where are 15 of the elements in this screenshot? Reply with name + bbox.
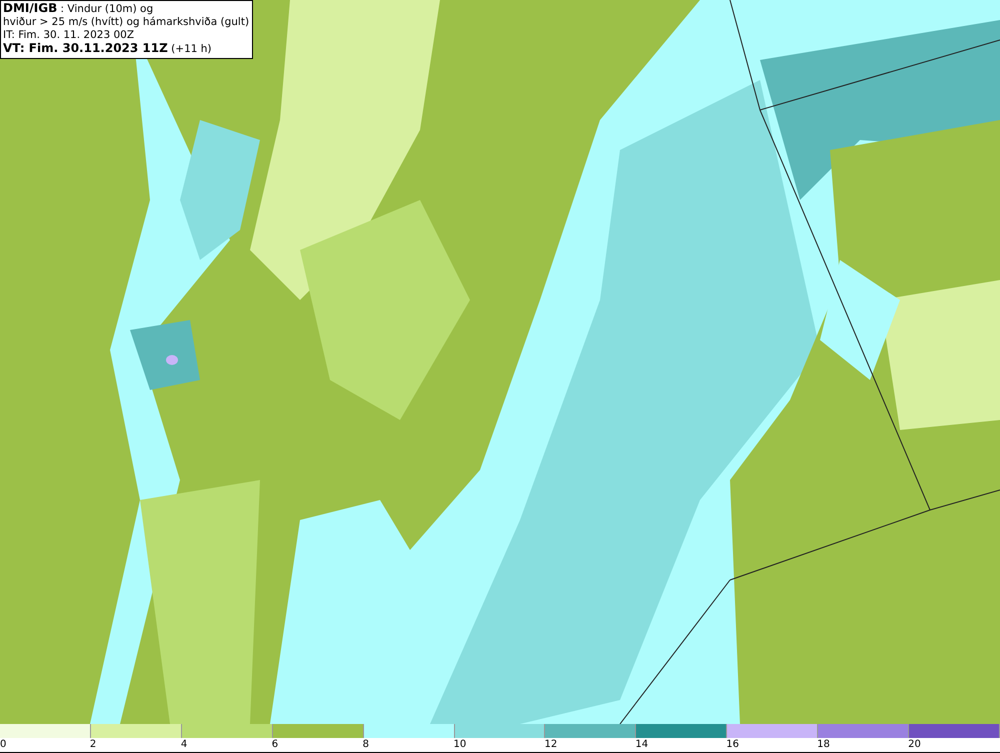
legend-label: 10 (454, 739, 466, 750)
title-line: IT: Fim. 30. 11. 2023 00Z (3, 29, 136, 42)
title-line: DMI/IGB : Vindur (10m) og (3, 2, 154, 16)
title-line: hviður > 25 m/s (hvítt) og hámarkshviða (gult) (3, 16, 250, 29)
legend-label: 8 (362, 739, 369, 750)
title-line: VT: Fim. 30.11.2023 11Z (+11 h) (3, 42, 213, 56)
legend-label: 16 (726, 739, 739, 750)
legend-label: 14 (635, 739, 648, 750)
legend-label: 0 (0, 739, 6, 750)
legend-label: 2 (90, 739, 96, 750)
legend-label: 12 (544, 739, 558, 750)
legend-label: 6 (272, 739, 278, 750)
legend-label: 18 (817, 739, 830, 750)
legend-label: 4 (180, 739, 188, 750)
legend-label: 20 (908, 739, 921, 750)
